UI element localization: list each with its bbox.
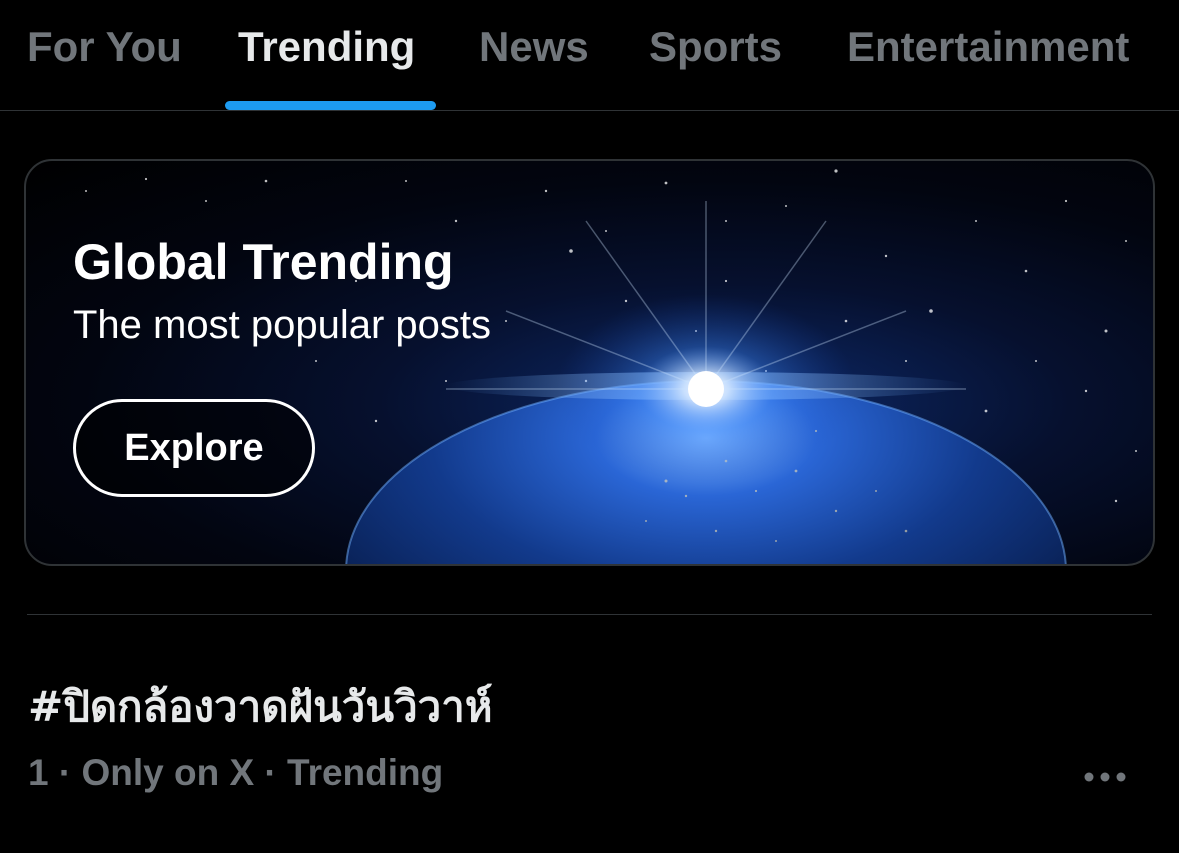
- explore-button[interactable]: Explore: [73, 399, 315, 497]
- tab-entertainment[interactable]: Entertainment: [847, 18, 1129, 76]
- trend-name: #ปิดกล้องวาดฝันวันวิวาห์: [28, 682, 493, 731]
- global-trending-banner[interactable]: Global Trending The most popular posts E…: [24, 159, 1155, 566]
- tab-news[interactable]: News: [479, 18, 589, 76]
- banner-subtitle: The most popular posts: [73, 303, 491, 347]
- trend-item[interactable]: #ปิดกล้องวาดฝันวันวิวาห์ 1 · Only on X ·…: [0, 640, 1179, 853]
- more-options-button[interactable]: [1078, 755, 1132, 799]
- banner-title: Global Trending: [73, 234, 454, 290]
- section-divider: [27, 614, 1152, 615]
- earth-from-space-image: [85, 169, 1137, 564]
- tab-sports[interactable]: Sports: [649, 18, 782, 76]
- trend-meta: 1 · Only on X · Trending: [28, 752, 444, 793]
- tab-for-you[interactable]: For You: [27, 18, 182, 76]
- explore-tab-bar: For You Trending News Sports Entertainme…: [0, 0, 1179, 111]
- more-dots-icon: [1084, 772, 1126, 782]
- active-tab-indicator: [225, 101, 436, 110]
- tab-trending[interactable]: Trending: [238, 18, 415, 76]
